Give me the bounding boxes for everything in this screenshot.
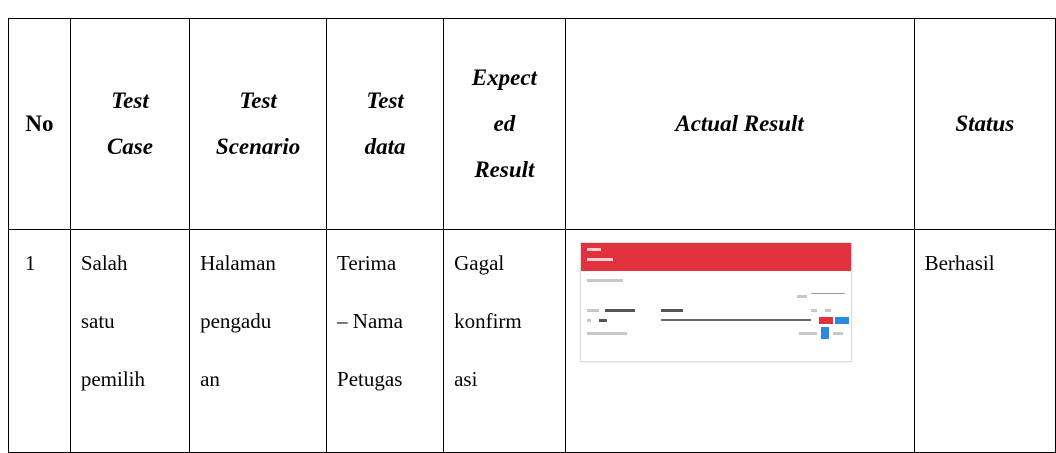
cell-expected-result: Gagal konfirm asi [443,229,566,453]
actual-result-screenshot [579,242,852,362]
cell-test-scenario: Halaman pengadu an [189,229,328,453]
test-table: No Test Case Test Scenario Test data Exp… [8,18,1056,453]
cell-actual-result [564,229,915,453]
cell-test-data: Terima – Nama Petugas [326,229,445,453]
table-row: 1 Salah satu pemilih Halaman pengadu an … [8,229,1056,453]
cell-no: 1 [8,229,71,453]
header-expected-result: Expect ed Result [443,18,566,230]
header-test-case: Test Case [69,18,191,230]
header-status: Status [913,18,1056,230]
cell-status: Berhasil [913,229,1056,453]
cell-test-case: Salah satu pemilih [69,229,191,453]
header-actual-result: Actual Result [564,18,915,230]
header-row: No Test Case Test Scenario Test data Exp… [8,18,1056,230]
header-no: No [8,18,71,230]
screenshot-header-bar [580,243,851,271]
header-test-scenario: Test Scenario [189,18,328,230]
header-test-data: Test data [326,18,445,230]
